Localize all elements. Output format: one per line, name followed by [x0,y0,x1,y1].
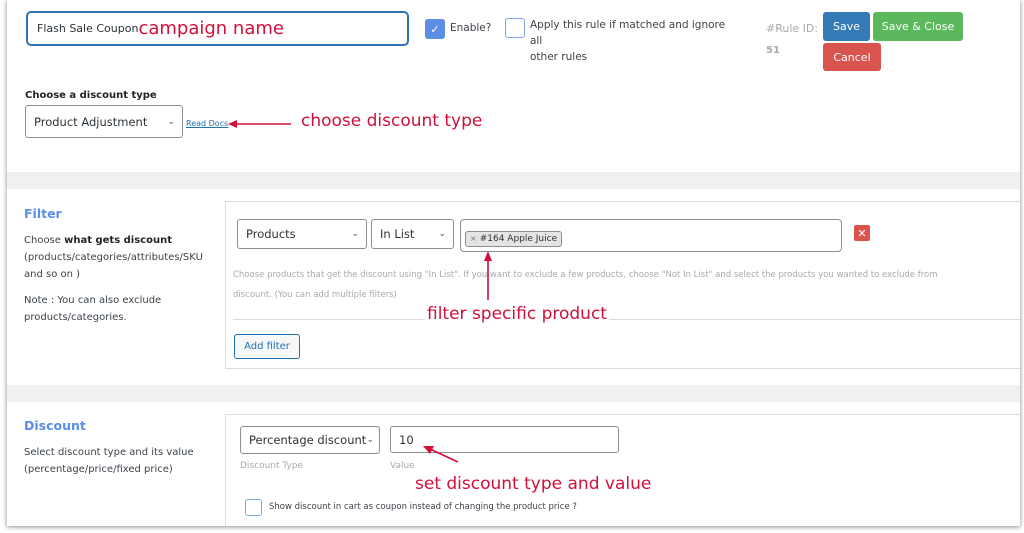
discount-type-selected: Product Adjustment [34,114,148,129]
filter-description: Choose what gets discount (products/cate… [24,232,224,283]
chevron-down-icon: ⌄ [366,435,374,445]
filter-desc-line3: and so on ) [24,269,81,280]
discount-method-selected: Percentage discount [249,433,367,447]
rule-editor-page: Flash Sale Coupon campaign name ✓ Enable… [7,0,1020,526]
filter-help-line2: discount. (You can add multiple filters) [233,290,397,300]
filter-type-selected: Products [246,227,296,241]
rule-id-value: 51 [766,45,780,56]
annotation-filter-product: filter specific product [425,304,609,324]
filter-condition-selected: In List [380,227,415,241]
save-button[interactable]: Save [823,12,870,41]
arrow-icon [228,120,291,128]
filter-panel: Products ⌄ In List ⌄ × #164 Apple Juice … [225,201,1020,369]
chevron-down-icon: ⌄ [438,229,446,239]
chevron-down-icon: ⌄ [167,116,175,127]
rule-header-card: Flash Sale Coupon campaign name ✓ Enable… [7,0,1020,172]
cancel-button[interactable]: Cancel [823,43,881,71]
annotation-discount-type: choose discount type [301,111,483,131]
discount-type-caption: Discount Type [240,461,304,471]
add-filter-button[interactable]: Add filter [234,334,300,359]
annotation-discount-value: set discount type and value [415,474,652,494]
exclusive-rule-label-line1: Apply this rule if matched and ignore al… [530,19,726,47]
discount-type-select[interactable]: Product Adjustment ⌄ [25,105,183,138]
check-icon: ✓ [430,22,440,36]
exclusive-rule-label: Apply this rule if matched and ignore al… [530,17,740,65]
discount-panel: Percentage discount ⌄ Discount Type 10 V… [225,414,1020,526]
filter-divider [233,319,1020,320]
exclusive-rule-checkbox[interactable] [505,18,525,38]
tag-label: #164 Apple Juice [479,233,558,244]
discount-section: Discount Select discount type and its va… [7,402,1020,526]
read-docs-link[interactable]: Read Docs [186,119,228,128]
filter-condition-select[interactable]: In List ⌄ [371,219,454,249]
discount-title: Discount [24,418,86,433]
coupon-label: Show discount in cart as coupon instead … [269,502,577,512]
annotation-campaign-name: campaign name [138,18,284,39]
product-tag: × #164 Apple Juice [465,230,563,247]
product-multiselect[interactable]: × #164 Apple Juice [460,219,842,252]
value-caption: Value [390,461,415,471]
enable-checkbox[interactable]: ✓ [425,19,445,39]
close-icon: ✕ [857,226,867,240]
filter-type-select[interactable]: Products ⌄ [237,219,367,249]
filter-desc-bold: what gets discount [64,235,172,246]
campaign-name-value: Flash Sale Coupon [37,22,139,35]
exclusive-rule-label-line2: other rules [530,51,588,63]
discount-desc-line2: (percentage/price/fixed price) [24,464,173,475]
remove-filter-button[interactable]: ✕ [854,225,870,241]
filter-note: Note : You can also exclude products/cat… [24,292,224,326]
discount-method-select[interactable]: Percentage discount ⌄ [240,426,380,454]
filter-help-text: Choose products that get the discount us… [233,265,1018,305]
filter-desc-line2: (products/categories/attributes/SKU [24,252,203,263]
save-close-button[interactable]: Save & Close [873,12,963,41]
filter-help-line1: Choose products that get the discount us… [233,270,938,280]
tag-remove-icon[interactable]: × [470,234,477,243]
filter-desc-prefix: Choose [24,235,65,246]
filter-note-line1: Note : You can also exclude [24,295,162,306]
filter-note-line2: products/categories. [24,312,127,323]
discount-type-label: Choose a discount type [25,90,157,101]
discount-value: 10 [399,432,414,447]
filter-section: Filter Choose what gets discount (produc… [7,189,1020,385]
campaign-name-input[interactable]: Flash Sale Coupon campaign name [26,11,409,46]
coupon-checkbox[interactable] [245,499,262,516]
chevron-down-icon: ⌄ [351,229,359,239]
filter-title: Filter [24,206,62,221]
discount-desc-line1: Select discount type and its value [24,447,194,458]
filter-desc-line1: Choose what gets discount [24,232,224,249]
arrow-icon [484,251,492,300]
discount-description: Select discount type and its value (perc… [24,444,224,478]
enable-label: Enable? [450,22,492,34]
rule-id-label: #Rule ID: [766,22,819,35]
arrow-icon [423,446,459,463]
